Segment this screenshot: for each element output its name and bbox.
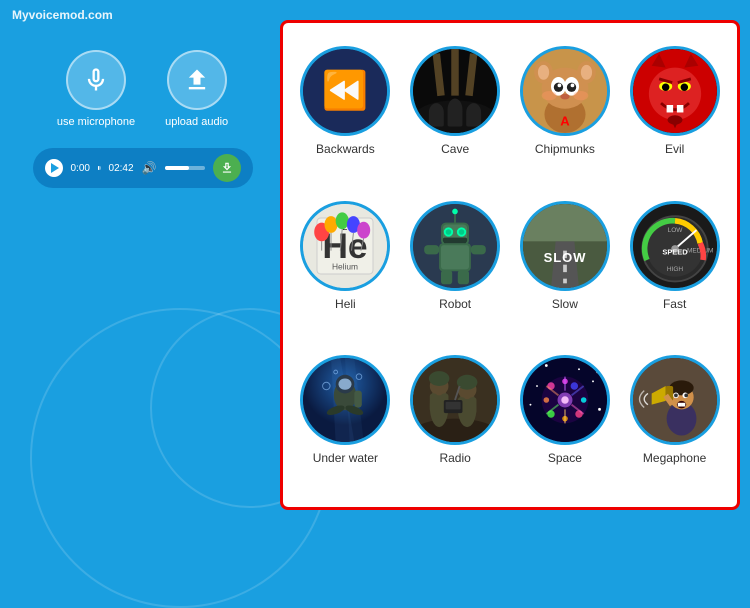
backwards-scene: ⏪ xyxy=(303,49,387,133)
upload-audio-button[interactable]: upload audio xyxy=(165,50,228,128)
chipmunks-label: Chipmunks xyxy=(535,142,595,156)
heli-label: Heli xyxy=(335,297,356,311)
play-button[interactable] xyxy=(45,159,63,177)
svg-text:⏪: ⏪ xyxy=(322,69,368,112)
upload-icon xyxy=(183,66,211,94)
robot-scene xyxy=(413,204,497,288)
voice-robot[interactable]: Robot xyxy=(403,193,508,343)
fast-scene: LOW MEDIUM HIGH SPEED xyxy=(633,204,717,288)
voice-heli[interactable]: 2 He Helium Heli xyxy=(293,193,398,343)
underwater-circle xyxy=(300,355,390,445)
svg-text:Helium: Helium xyxy=(332,261,358,271)
mic-label: use microphone xyxy=(57,116,135,128)
mic-icon xyxy=(82,66,110,94)
download-button[interactable] xyxy=(213,154,241,182)
chipmunks-circle: A xyxy=(520,46,610,136)
voice-space[interactable]: Space xyxy=(513,347,618,497)
voice-cave[interactable]: Cave xyxy=(403,38,508,188)
backwards-label: Backwards xyxy=(316,142,375,156)
voice-underwater[interactable]: Under water xyxy=(293,347,398,497)
audio-player: 0:00 02:42 🔊 xyxy=(33,148,253,188)
current-time: 0:00 xyxy=(71,163,90,174)
total-time: 02:42 xyxy=(109,163,134,174)
mic-upload-row: use microphone upload audio xyxy=(57,50,228,128)
evil-label: Evil xyxy=(665,142,684,156)
cave-label: Cave xyxy=(441,142,469,156)
cave-scene xyxy=(413,49,497,133)
volume-bar[interactable] xyxy=(165,166,205,170)
fast-circle: LOW MEDIUM HIGH SPEED xyxy=(630,201,720,291)
voice-effects-grid: ⏪ Backwards Cave xyxy=(280,20,740,510)
megaphone-circle xyxy=(630,355,720,445)
svg-text:LOW: LOW xyxy=(667,227,683,234)
backwards-circle: ⏪ xyxy=(300,46,390,136)
heli-scene: 2 He Helium xyxy=(303,204,387,288)
voice-fast[interactable]: LOW MEDIUM HIGH SPEED Fast xyxy=(622,193,727,343)
progress-bar[interactable] xyxy=(98,166,101,170)
volume-icon: 🔊 xyxy=(142,161,157,175)
radio-scene xyxy=(413,358,497,442)
svg-text:SLOW: SLOW xyxy=(543,250,586,265)
slow-scene: SLOW xyxy=(523,204,607,288)
robot-circle xyxy=(410,201,500,291)
radio-label: Radio xyxy=(439,451,470,465)
fast-label: Fast xyxy=(663,297,686,311)
svg-text:HIGH: HIGH xyxy=(666,266,683,273)
heli-circle: 2 He Helium xyxy=(300,201,390,291)
voice-evil[interactable]: Evil xyxy=(622,38,727,188)
volume-fill xyxy=(165,166,189,170)
voice-radio[interactable]: Radio xyxy=(403,347,508,497)
play-triangle-icon xyxy=(51,163,59,173)
left-panel: use microphone upload audio 0:00 02:42 🔊 xyxy=(0,0,285,528)
evil-scene xyxy=(633,49,717,133)
slow-label: Slow xyxy=(552,297,578,311)
use-microphone-button[interactable]: use microphone xyxy=(57,50,135,128)
megaphone-label: Megaphone xyxy=(643,451,706,465)
voice-megaphone[interactable]: Megaphone xyxy=(622,347,727,497)
upload-circle xyxy=(167,50,227,110)
underwater-label: Under water xyxy=(313,451,378,465)
chipmunks-scene: A xyxy=(523,49,607,133)
slow-circle: SLOW xyxy=(520,201,610,291)
voice-backwards[interactable]: ⏪ Backwards xyxy=(293,38,398,188)
underwater-scene xyxy=(303,358,387,442)
evil-circle xyxy=(630,46,720,136)
space-scene xyxy=(523,358,607,442)
svg-text:A: A xyxy=(560,114,570,129)
space-label: Space xyxy=(548,451,582,465)
megaphone-scene xyxy=(633,358,717,442)
upload-label: upload audio xyxy=(165,116,228,128)
download-icon xyxy=(220,161,234,175)
svg-text:SPEED: SPEED xyxy=(662,247,688,256)
space-circle xyxy=(520,355,610,445)
mic-circle xyxy=(66,50,126,110)
voice-chipmunks[interactable]: A Chipmunks xyxy=(513,38,618,188)
voice-slow[interactable]: SLOW Slow xyxy=(513,193,618,343)
radio-circle xyxy=(410,355,500,445)
robot-label: Robot xyxy=(439,297,471,311)
cave-circle xyxy=(410,46,500,136)
